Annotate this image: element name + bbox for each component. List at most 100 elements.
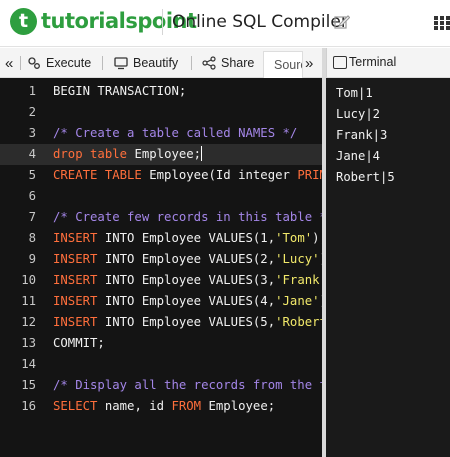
text-cursor (201, 146, 203, 161)
terminal-output[interactable]: Tom|1 Lucy|2 Frank|3 Jane|4 Robert|5 (326, 78, 450, 457)
tutorialspoint-logo[interactable]: t tutorialspoint (10, 6, 197, 36)
pencil-icon[interactable] (334, 14, 350, 30)
code-line[interactable]: 3 /* Create a table called NAMES */ (0, 123, 322, 144)
top-header: t tutorialspoint Online SQL Compiler (0, 0, 450, 47)
line-number: 12 (21, 315, 36, 329)
code-line[interactable]: 6 (0, 186, 322, 207)
code-token: /* Create a table called NAMES */ (53, 126, 298, 140)
code-line[interactable]: 2 (0, 102, 322, 123)
code-token: 'Robert' (275, 315, 322, 329)
code-line[interactable]: 4 drop table Employee; (0, 144, 322, 165)
code-text: CREATE TABLE Employee(Id integer PRIMARY… (53, 165, 322, 186)
code-line[interactable]: 10 INSERT INTO Employee VALUES(3,'Frank')… (0, 270, 322, 291)
code-token: INTO Employee VALUES(5, (97, 315, 276, 329)
code-text: drop table Employee; (53, 144, 203, 165)
share-button[interactable]: Share (202, 48, 254, 78)
code-token: FROM (171, 399, 202, 413)
terminal-output-line: Jane|4 (336, 149, 381, 163)
code-token: INSERT (53, 273, 98, 287)
code-token: CREATE TABLE (53, 168, 142, 182)
code-text: BEGIN TRANSACTION; (53, 81, 186, 102)
code-token: COMMIT; (53, 336, 105, 350)
code-token: ); (320, 252, 322, 266)
terminal-output-line: Frank|3 (336, 128, 388, 142)
code-text: INSERT INTO Employee VALUES(1,'Tom'); (53, 228, 322, 249)
execute-label: Execute (46, 56, 92, 70)
code-token: 'Jane' (275, 294, 320, 308)
terminal-output-line: Tom|1 (336, 86, 373, 100)
code-token: 'Lucy' (275, 252, 320, 266)
line-number: 15 (21, 378, 36, 392)
code-token: /* Display all the records from the tabl… (53, 378, 322, 392)
editor-toolbar: « Execute Beautify Share Source Code » (0, 48, 322, 78)
code-line[interactable]: 8 INSERT INTO Employee VALUES(1,'Tom'); (0, 228, 322, 249)
collapse-right-button[interactable]: » (305, 48, 313, 78)
code-line[interactable]: 14 (0, 354, 322, 375)
code-token: 'Frank' (275, 273, 322, 287)
code-text: SELECT name, id FROM Employee; (53, 396, 275, 417)
line-number: 1 (28, 84, 36, 98)
monitor-icon (114, 57, 128, 70)
line-number: 2 (28, 105, 36, 119)
line-number: 14 (21, 357, 36, 371)
header-divider (162, 9, 163, 35)
line-number: 9 (28, 252, 36, 266)
code-token: /* Create few records in this table */ (53, 210, 322, 224)
execute-button[interactable]: Execute (27, 48, 91, 78)
code-text: INSERT INTO Employee VALUES(2,'Lucy'); (53, 249, 322, 270)
code-text: INSERT INTO Employee VALUES(5,'Robert'); (53, 312, 322, 333)
terminal-output-line: Lucy|2 (336, 107, 381, 121)
code-editor[interactable]: 1 BEGIN TRANSACTION; 2 3 /* Create a table c… (0, 78, 322, 457)
terminal-title: Terminal (349, 55, 397, 69)
code-line[interactable]: 7 /* Create few records in this table */ (0, 207, 322, 228)
code-token: INTO Employee VALUES(1, (97, 231, 276, 245)
toolbar-divider (102, 56, 103, 70)
code-token: INSERT (53, 252, 98, 266)
line-number: 6 (28, 189, 36, 203)
code-token: INSERT (53, 294, 98, 308)
code-line[interactable]: 9 INSERT INTO Employee VALUES(2,'Lucy'); (0, 249, 322, 270)
code-token: BEGIN TRANSACTION; (53, 84, 187, 98)
code-token: Employee(Id integer (141, 168, 298, 182)
line-number: 5 (28, 168, 36, 182)
code-token: PRIMARY KEY (297, 168, 322, 182)
code-text: COMMIT; (53, 333, 105, 354)
code-line[interactable]: 12 INSERT INTO Employee VALUES(5,'Robert'… (0, 312, 322, 333)
line-number: 13 (21, 336, 36, 350)
code-token: name, id (97, 399, 172, 413)
line-number: 16 (21, 399, 36, 413)
code-text: /* Create a table called NAMES */ (53, 123, 297, 144)
line-number: 11 (21, 294, 36, 308)
code-line[interactable]: 15 /* Display all the records from the ta… (0, 375, 322, 396)
collapse-left-button[interactable]: « (5, 48, 13, 78)
share-icon (202, 56, 216, 70)
line-number: 10 (21, 273, 36, 287)
code-text: /* Create few records in this table */ (53, 207, 322, 228)
logo-mark: t (10, 7, 37, 35)
beautify-button[interactable]: Beautify (114, 48, 178, 78)
code-token: INSERT (53, 231, 98, 245)
line-number: 4 (28, 147, 36, 161)
share-label: Share (221, 56, 255, 70)
grid-icon[interactable] (434, 16, 450, 30)
code-token: Employee; (201, 399, 276, 413)
code-line[interactable]: 13 COMMIT; (0, 333, 322, 354)
code-token: INTO Employee VALUES(3, (97, 273, 276, 287)
beautify-label: Beautify (133, 56, 179, 70)
terminal-header: Terminal (326, 48, 450, 78)
code-token: Employee; (127, 147, 202, 161)
terminal-output-line: Robert|5 (336, 170, 395, 184)
code-line[interactable]: 11 INSERT INTO Employee VALUES(4,'Jane'); (0, 291, 322, 312)
code-token: INSERT (53, 315, 98, 329)
page-title: Online SQL Compiler (172, 12, 348, 32)
code-token: SELECT (53, 399, 98, 413)
code-line[interactable]: 1 BEGIN TRANSACTION; (0, 81, 322, 102)
terminal-icon (333, 56, 347, 69)
code-token: drop table (53, 147, 128, 161)
toolbar-divider (191, 56, 192, 70)
tab-source-code[interactable]: Source Code (263, 51, 303, 78)
code-text: INSERT INTO Employee VALUES(4,'Jane'); (53, 291, 322, 312)
code-line[interactable]: 5 CREATE TABLE Employee(Id integer PRIMAR… (0, 165, 322, 186)
code-line[interactable]: 16 SELECT name, id FROM Employee; (0, 396, 322, 417)
code-token: INTO Employee VALUES(2, (97, 252, 276, 266)
